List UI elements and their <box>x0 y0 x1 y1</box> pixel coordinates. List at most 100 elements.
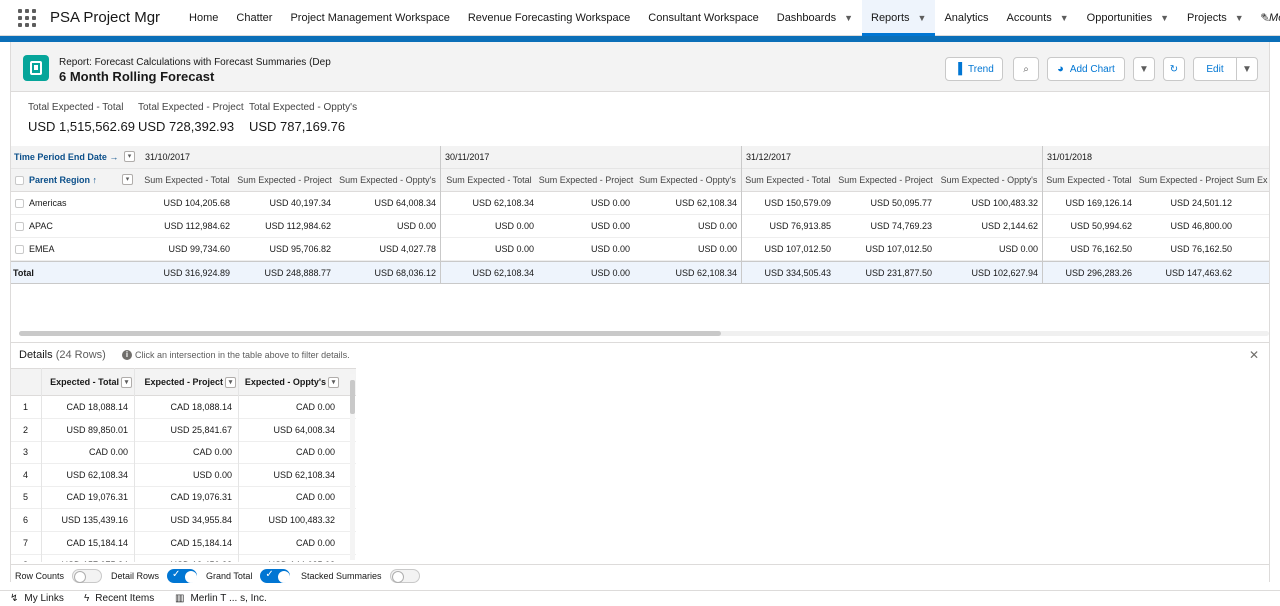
app-launcher-icon[interactable] <box>18 8 36 27</box>
details-column-header[interactable]: Expected - Project <box>137 369 223 396</box>
column-menu-icon[interactable]: ▾ <box>225 377 236 388</box>
pencil-icon[interactable]: ✎ <box>1260 11 1270 25</box>
horizontal-scrollbar[interactable] <box>19 331 1269 336</box>
matrix-cell[interactable]: USD 46,800.00 <box>1136 215 1236 238</box>
column-header[interactable]: Sum Expected - Total <box>1042 169 1136 192</box>
column-header[interactable]: Sum Expected - Total <box>440 169 538 192</box>
matrix-cell[interactable] <box>1236 262 1269 285</box>
column-group-menu-icon[interactable]: ▾ <box>124 151 135 162</box>
nav-item-chatter[interactable]: Chatter <box>227 0 281 36</box>
nav-item-opportunities[interactable]: Opportunities ▼ <box>1078 0 1178 36</box>
toggle-switch[interactable] <box>389 569 420 583</box>
vertical-scrollbar[interactable] <box>350 374 355 560</box>
chevron-down-icon[interactable]: ▼ <box>844 13 853 23</box>
refresh-button[interactable]: ↻ <box>1163 57 1185 81</box>
nav-item-reports[interactable]: Reports ▼ <box>862 0 936 36</box>
matrix-cell[interactable]: USD 0.00 <box>440 238 538 261</box>
column-header[interactable]: Sum Expected - Oppty's <box>634 169 741 192</box>
matrix-cell[interactable] <box>1236 192 1269 215</box>
chevron-down-icon[interactable]: ▼ <box>918 13 927 23</box>
nav-item-analytics[interactable]: Analytics <box>935 0 997 36</box>
matrix-cell[interactable]: USD 112,984.62 <box>234 215 335 238</box>
matrix-cell[interactable]: USD 64,008.34 <box>335 192 440 215</box>
stacked-summaries-toggle[interactable]: Stacked Summaries <box>301 569 420 583</box>
matrix-cell[interactable]: USD 99,734.60 <box>140 238 234 261</box>
details-column-header[interactable]: Expected - Total <box>44 369 119 396</box>
nav-item-home[interactable]: Home <box>180 0 227 36</box>
matrix-cell[interactable] <box>1236 238 1269 261</box>
matrix-cell[interactable]: USD 316,924.89 <box>140 262 234 285</box>
matrix-cell[interactable]: USD 0.00 <box>634 238 741 261</box>
edit-menu-button[interactable]: ▼ <box>1236 57 1258 81</box>
matrix-cell[interactable]: USD 62,108.34 <box>440 192 538 215</box>
matrix-cell[interactable]: USD 112,984.62 <box>140 215 234 238</box>
matrix-cell[interactable]: USD 0.00 <box>538 262 634 285</box>
matrix-cell[interactable]: USD 150,579.09 <box>741 192 835 215</box>
row-group-label[interactable]: Parent Region ↑ <box>29 169 124 192</box>
matrix-cell[interactable]: USD 62,108.34 <box>634 262 741 285</box>
toggle-switch[interactable] <box>72 569 103 583</box>
matrix-cell[interactable]: USD 248,888.77 <box>234 262 335 285</box>
matrix-cell[interactable]: USD 2,144.62 <box>936 215 1042 238</box>
column-header[interactable]: Sum Expected - Project <box>835 169 936 192</box>
matrix-cell[interactable]: USD 74,769.23 <box>835 215 936 238</box>
column-header[interactable]: Sum Expected - Project <box>234 169 335 192</box>
column-group-label[interactable]: Time Period End Date → <box>14 146 124 169</box>
toggle-switch[interactable]: ✓ <box>260 569 291 583</box>
matrix-cell[interactable]: USD 0.00 <box>538 238 634 261</box>
column-header[interactable]: Sum Ex <box>1236 169 1269 192</box>
close-icon[interactable]: ✕ <box>1249 348 1259 362</box>
matrix-cell[interactable]: USD 68,036.12 <box>335 262 440 285</box>
nav-item-dashboards[interactable]: Dashboards ▼ <box>768 0 862 36</box>
nav-item-revenue-forecasting-workspace[interactable]: Revenue Forecasting Workspace <box>459 0 639 36</box>
matrix-cell[interactable]: USD 107,012.50 <box>835 238 936 261</box>
matrix-cell[interactable]: USD 62,108.34 <box>634 192 741 215</box>
matrix-cell[interactable]: USD 4,027.78 <box>335 238 440 261</box>
edit-button[interactable]: Edit <box>1193 57 1237 81</box>
matrix-cell[interactable]: USD 40,197.34 <box>234 192 335 215</box>
nav-item-projects[interactable]: Projects ▼ <box>1178 0 1253 36</box>
column-header[interactable]: Sum Expected - Total <box>140 169 234 192</box>
column-header[interactable]: Sum Expected - Oppty's <box>936 169 1042 192</box>
row-counts-toggle[interactable]: Row Counts <box>15 569 103 583</box>
details-column-header[interactable]: Expected - Oppty's <box>241 369 326 396</box>
matrix-cell[interactable]: USD 0.00 <box>538 192 634 215</box>
detail-rows-toggle[interactable]: Detail Rows ✓ <box>111 569 198 583</box>
matrix-cell[interactable]: USD 24,501.12 <box>1136 192 1236 215</box>
matrix-cell[interactable]: USD 0.00 <box>634 215 741 238</box>
matrix-cell[interactable]: USD 0.00 <box>335 215 440 238</box>
matrix-cell[interactable]: USD 76,913.85 <box>741 215 835 238</box>
matrix-cell[interactable]: USD 0.00 <box>538 215 634 238</box>
matrix-cell[interactable]: USD 107,012.50 <box>741 238 835 261</box>
matrix-cell[interactable]: USD 76,162.50 <box>1042 238 1136 261</box>
column-menu-icon[interactable]: ▾ <box>121 377 132 388</box>
matrix-cell[interactable]: USD 62,108.34 <box>440 262 538 285</box>
nav-item-project-management-workspace[interactable]: Project Management Workspace <box>281 0 458 36</box>
matrix-cell[interactable]: USD 0.00 <box>936 238 1042 261</box>
matrix-cell[interactable]: USD 334,505.43 <box>741 262 835 285</box>
search-button[interactable]: ⌕ <box>1013 57 1039 81</box>
matrix-cell[interactable]: USD 231,877.50 <box>835 262 936 285</box>
matrix-cell[interactable]: USD 100,483.32 <box>936 192 1042 215</box>
chevron-down-icon[interactable]: ▼ <box>1235 13 1244 23</box>
add-chart-button[interactable]: ◕ Add Chart <box>1047 57 1125 81</box>
filter-button[interactable]: ▼ <box>1133 57 1155 81</box>
matrix-cell[interactable]: USD 102,627.94 <box>936 262 1042 285</box>
matrix-cell[interactable]: USD 0.00 <box>440 215 538 238</box>
row-group-menu-icon[interactable]: ▾ <box>122 174 133 185</box>
grand-total-toggle[interactable]: Grand Total ✓ <box>206 569 291 583</box>
matrix-cell[interactable]: USD 50,095.77 <box>835 192 936 215</box>
toggle-switch[interactable]: ✓ <box>167 569 198 583</box>
matrix-cell[interactable]: USD 95,706.82 <box>234 238 335 261</box>
account-item[interactable]: ▥ Merlin T ... s, Inc. <box>175 593 267 604</box>
column-header[interactable]: Sum Expected - Total <box>741 169 835 192</box>
select-checkbox[interactable] <box>15 176 24 185</box>
trend-button[interactable]: ▐ Trend <box>945 57 1003 81</box>
recent-items[interactable]: ϟ Recent Items <box>84 593 154 604</box>
scrollbar-thumb[interactable] <box>19 331 721 336</box>
matrix-cell[interactable]: USD 147,463.62 <box>1136 262 1236 285</box>
chevron-down-icon[interactable]: ▼ <box>1160 13 1169 23</box>
matrix-cell[interactable]: USD 169,126.14 <box>1042 192 1136 215</box>
nav-item-accounts[interactable]: Accounts ▼ <box>997 0 1077 36</box>
scrollbar-thumb[interactable] <box>350 380 355 414</box>
